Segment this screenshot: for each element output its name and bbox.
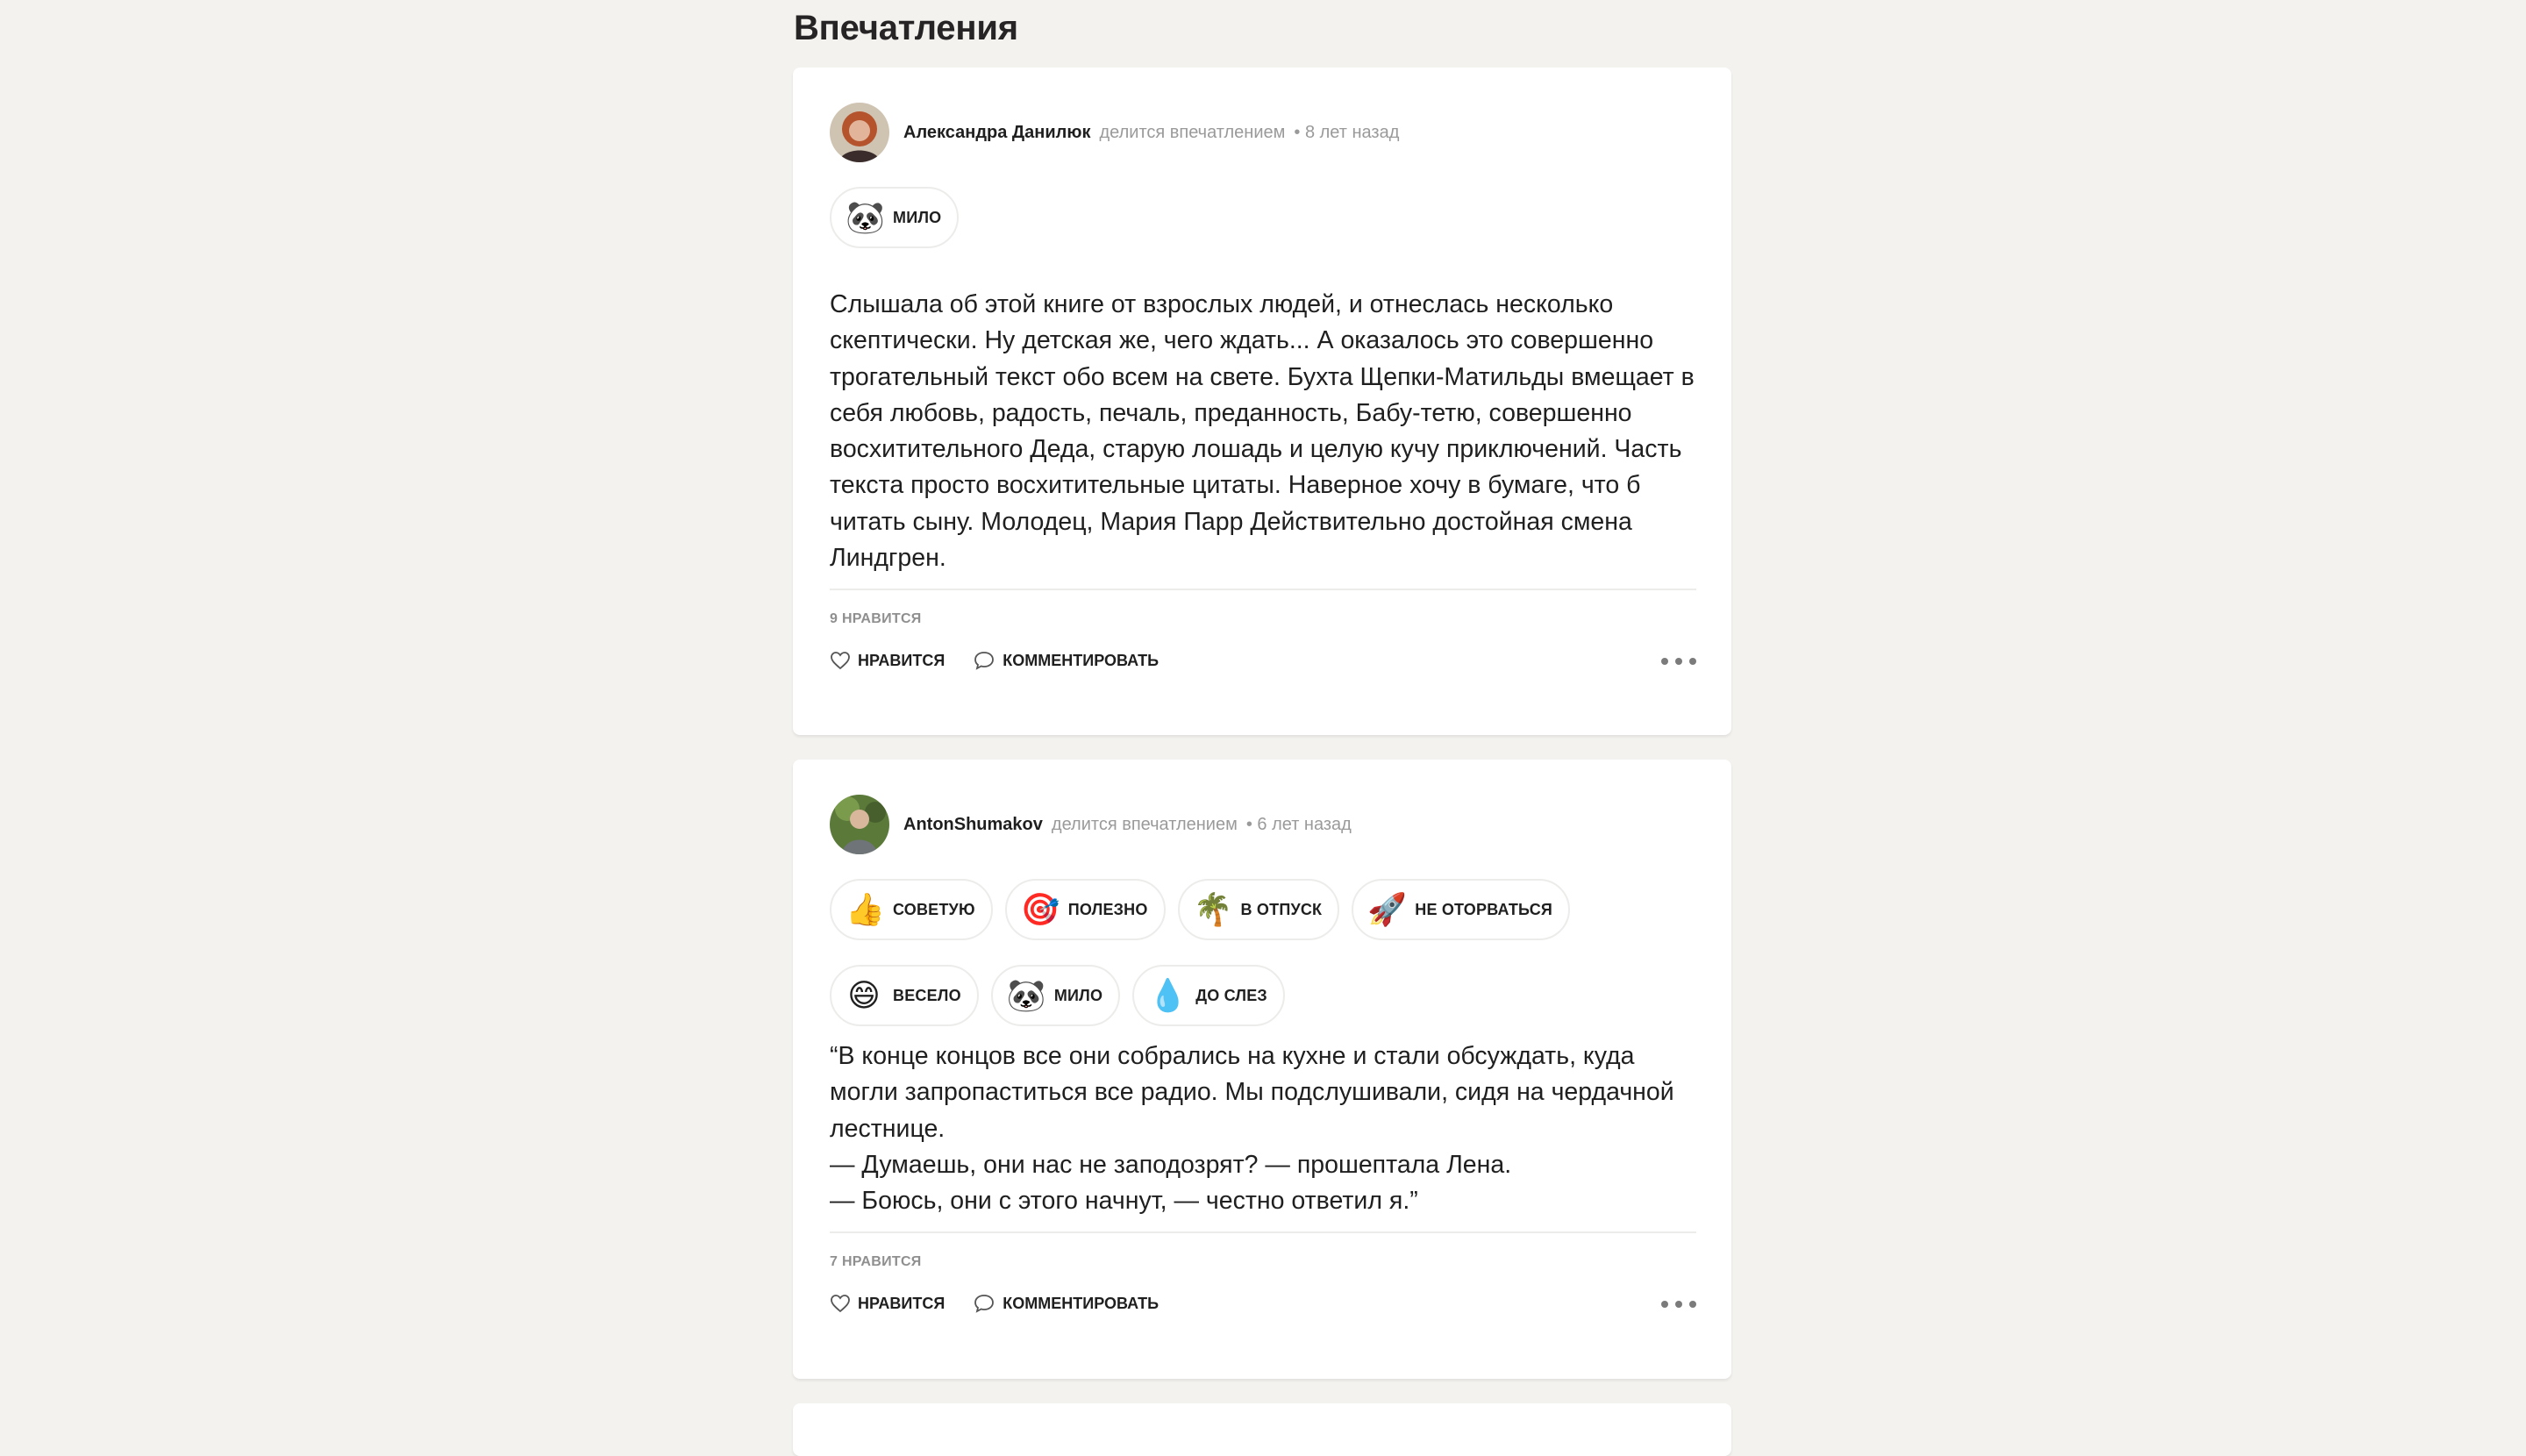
divider <box>830 589 1696 590</box>
review-time: • 8 лет назад <box>1294 122 1400 142</box>
chip-label: ПОЛЕЗНО <box>1067 900 1148 918</box>
panda-icon: 🐼 <box>846 199 885 235</box>
author-row: Александра Данилюк делится впечатлением … <box>830 103 1399 162</box>
chip-label: МИЛО <box>1053 986 1103 1004</box>
emotion-chip[interactable]: 🌴 В ОТПУСК <box>1177 879 1340 940</box>
emotion-chips: 🐼 МИЛО <box>830 187 1672 248</box>
smile-icon: 😄 <box>847 977 881 1013</box>
likes-count: 9 НРАВИТСЯ <box>830 611 922 626</box>
emotion-chip[interactable]: 🐼 МИЛО <box>830 187 960 248</box>
chip-label: В ОТПУСК <box>1240 900 1323 918</box>
author-name[interactable]: AntonShumakov <box>903 815 1043 835</box>
review-card: AntonShumakov делится впечатлением • 6 л… <box>793 760 1731 1379</box>
review-actions: НРАВИТСЯ КОММЕНТИРОВАТЬ <box>830 1293 1159 1314</box>
page-title: Впечатления <box>794 9 1018 47</box>
review-text: Слышала об этой книге от взрослых людей,… <box>830 290 1695 573</box>
more-options-icon[interactable] <box>1661 653 1696 670</box>
author-name[interactable]: Александра Данилюк <box>903 123 1090 143</box>
comment-button[interactable]: КОММЕНТИРОВАТЬ <box>973 1293 1159 1314</box>
emotion-chip[interactable]: 😄 ВЕСЕЛО <box>830 965 979 1026</box>
like-label: НРАВИТСЯ <box>858 651 945 669</box>
chip-label: ВЕСЕЛО <box>893 986 961 1004</box>
review-time: • 6 лет назад <box>1245 814 1352 834</box>
heart-icon <box>831 652 850 670</box>
avatar[interactable] <box>830 103 889 162</box>
like-button[interactable]: НРАВИТСЯ <box>830 651 945 670</box>
heart-icon <box>831 1295 850 1313</box>
review-text: “В конце концов все они собрались на кух… <box>830 1042 1674 1216</box>
more-options-icon[interactable] <box>1661 1295 1696 1313</box>
comment-label: КОММЕНТИРОВАТЬ <box>1003 651 1160 669</box>
chip-label: СОВЕТУЮ <box>893 900 975 918</box>
emotion-chip[interactable]: 👍 СОВЕТУЮ <box>830 879 993 940</box>
comment-icon <box>974 1295 995 1313</box>
panda-icon: 🐼 <box>1006 977 1046 1013</box>
emotion-chips: 👍 СОВЕТУЮ 🎯 ПОЛЕЗНО 🌴 В ОТПУСК 🚀 НЕ ОТОР… <box>830 879 1672 1026</box>
emotion-chip[interactable]: 💧 ДО СЛЕЗ <box>1132 965 1285 1026</box>
review-card: Александра Данилюк делится впечатлением … <box>793 68 1731 735</box>
like-button[interactable]: НРАВИТСЯ <box>830 1294 945 1313</box>
divider <box>830 1231 1696 1233</box>
emotion-chip[interactable]: 🚀 НЕ ОТОРВАТЬСЯ <box>1352 879 1571 940</box>
chip-label: ДО СЛЕЗ <box>1195 986 1267 1004</box>
chip-label: МИЛО <box>893 208 942 226</box>
emotion-chip[interactable]: 🎯 ПОЛЕЗНО <box>1004 879 1166 940</box>
likes-count: 7 НРАВИТСЯ <box>830 1254 922 1269</box>
author-action: делится впечатлением <box>1051 814 1238 834</box>
comment-icon <box>974 652 995 670</box>
emotion-chip[interactable]: 🐼 МИЛО <box>990 965 1121 1026</box>
rocket-icon: 🚀 <box>1367 891 1408 927</box>
comment-label: КОММЕНТИРОВАТЬ <box>1003 1294 1160 1312</box>
author-row: AntonShumakov делится впечатлением • 6 л… <box>830 795 1352 854</box>
review-actions: НРАВИТСЯ КОММЕНТИРОВАТЬ <box>830 650 1159 671</box>
review-card-partial <box>793 1403 1731 1456</box>
avatar[interactable] <box>830 795 889 854</box>
like-label: НРАВИТСЯ <box>858 1294 945 1312</box>
comment-button[interactable]: КОММЕНТИРОВАТЬ <box>973 650 1159 671</box>
chip-label: НЕ ОТОРВАТЬСЯ <box>1415 900 1553 918</box>
palm-tree-icon: 🌴 <box>1193 891 1233 927</box>
thumbs-up-icon: 👍 <box>846 891 885 927</box>
target-icon: 🎯 <box>1020 891 1060 927</box>
author-action: делится впечатлением <box>1099 122 1286 142</box>
droplet-icon: 💧 <box>1148 977 1188 1013</box>
